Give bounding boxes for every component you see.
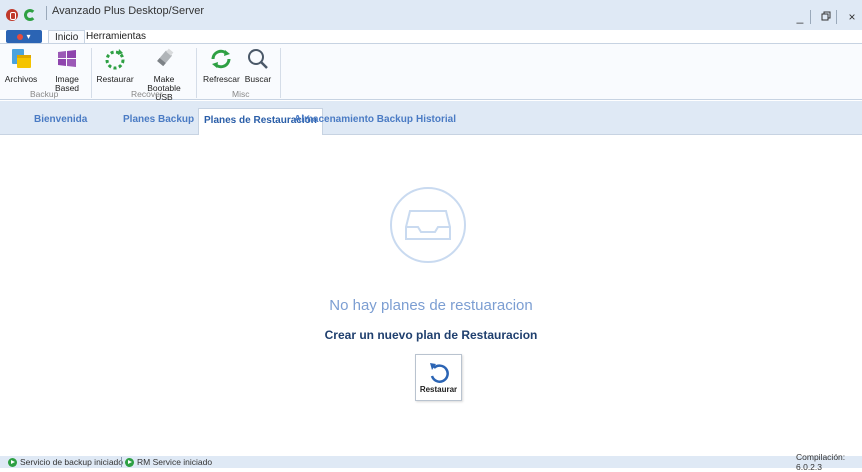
tab-welcome[interactable]: Bienvenida	[34, 114, 87, 125]
group-separator	[91, 48, 92, 98]
status-bar: Servicio de backup iniciado RM Service i…	[0, 452, 862, 472]
app-menu-icon	[17, 33, 24, 40]
refresh-quick-icon[interactable]	[24, 9, 36, 21]
group-label-recover: Recover	[131, 89, 163, 99]
close-button[interactable]: ×	[844, 10, 860, 24]
rm-service-status: RM Service iniciado	[125, 456, 212, 468]
minimize-button[interactable]: _	[792, 10, 808, 24]
empty-inbox-icon	[390, 187, 466, 263]
window-control-separator	[810, 10, 811, 24]
main-tab-bar: Bienvenida Planes Backup Planes de Resta…	[0, 101, 862, 136]
restore-button[interactable]: Restaurar	[415, 354, 462, 401]
restore-undo-icon	[429, 363, 449, 383]
tab-backup-plans[interactable]: Planes Backup	[123, 114, 194, 125]
app-icon	[6, 9, 18, 21]
window-title: Avanzado Plus Desktop/Server	[52, 5, 205, 17]
status-ok-icon	[125, 457, 134, 467]
restore-dashed-icon	[105, 49, 125, 70]
ribbon: Archivos Image Based Backup Restaurar Ma…	[0, 43, 862, 102]
create-restore-plan-link[interactable]: Crear un nuevo plan de Restauracion	[8, 328, 854, 342]
status-ok-icon	[8, 457, 17, 467]
backup-service-text: Servicio de backup iniciado	[20, 457, 124, 467]
title-icons	[6, 9, 36, 21]
ribbon-tab-tools[interactable]: Herramientas	[80, 30, 152, 44]
files-backup-button[interactable]: Archivos	[4, 47, 38, 84]
app-menu-button[interactable]: ▾	[6, 30, 42, 43]
restore-button-label: Restaurar	[419, 385, 458, 394]
refresh-label: Refrescar	[203, 74, 240, 84]
search-button[interactable]: Buscar	[243, 47, 273, 84]
restore-ribbon-button[interactable]: Restaurar	[96, 47, 134, 84]
tab-history[interactable]: Historial	[416, 114, 456, 125]
window-control-separator	[836, 10, 837, 24]
tab-backup-storage[interactable]: Almacenamiento Backup	[294, 114, 413, 125]
files-label: Archivos	[4, 74, 38, 84]
windows-logo-icon	[58, 50, 76, 67]
status-separator	[121, 457, 122, 467]
ribbon-tab-strip: ▾ Inicio Herramientas	[0, 30, 862, 44]
refresh-icon	[211, 49, 231, 69]
rm-service-text: RM Service iniciado	[137, 457, 213, 467]
build-version-text: Compilación: 6.0.2.3	[796, 452, 846, 472]
maximize-button[interactable]	[818, 10, 834, 24]
image-based-backup-button[interactable]: Image Based	[52, 47, 82, 93]
title-separator	[46, 6, 47, 20]
empty-state-title: No hay planes de restuaracion	[329, 297, 533, 314]
usb-drive-icon	[157, 48, 174, 67]
search-label: Buscar	[244, 74, 272, 84]
group-label-backup: Backup	[30, 89, 59, 99]
group-separator	[196, 48, 197, 98]
backup-service-status: Servicio de backup iniciado	[8, 456, 123, 468]
inbox-tray-icon	[405, 210, 451, 240]
restore-plans-panel: No hay planes de restuaracion Crear un n…	[8, 135, 854, 453]
title-bar: Avanzado Plus Desktop/Server _ ×	[0, 0, 862, 30]
refresh-button[interactable]: Refrescar	[203, 47, 240, 84]
search-icon	[248, 49, 268, 69]
build-version: Compilación: 6.0.2.3	[796, 452, 862, 472]
app-menu-arrow: ▾	[26, 32, 31, 41]
restore-window-icon	[821, 11, 831, 21]
files-icon	[12, 49, 31, 68]
group-separator	[280, 48, 281, 98]
restore-ribbon-label: Restaurar	[96, 74, 134, 84]
group-label-misc: Misc	[232, 89, 250, 99]
